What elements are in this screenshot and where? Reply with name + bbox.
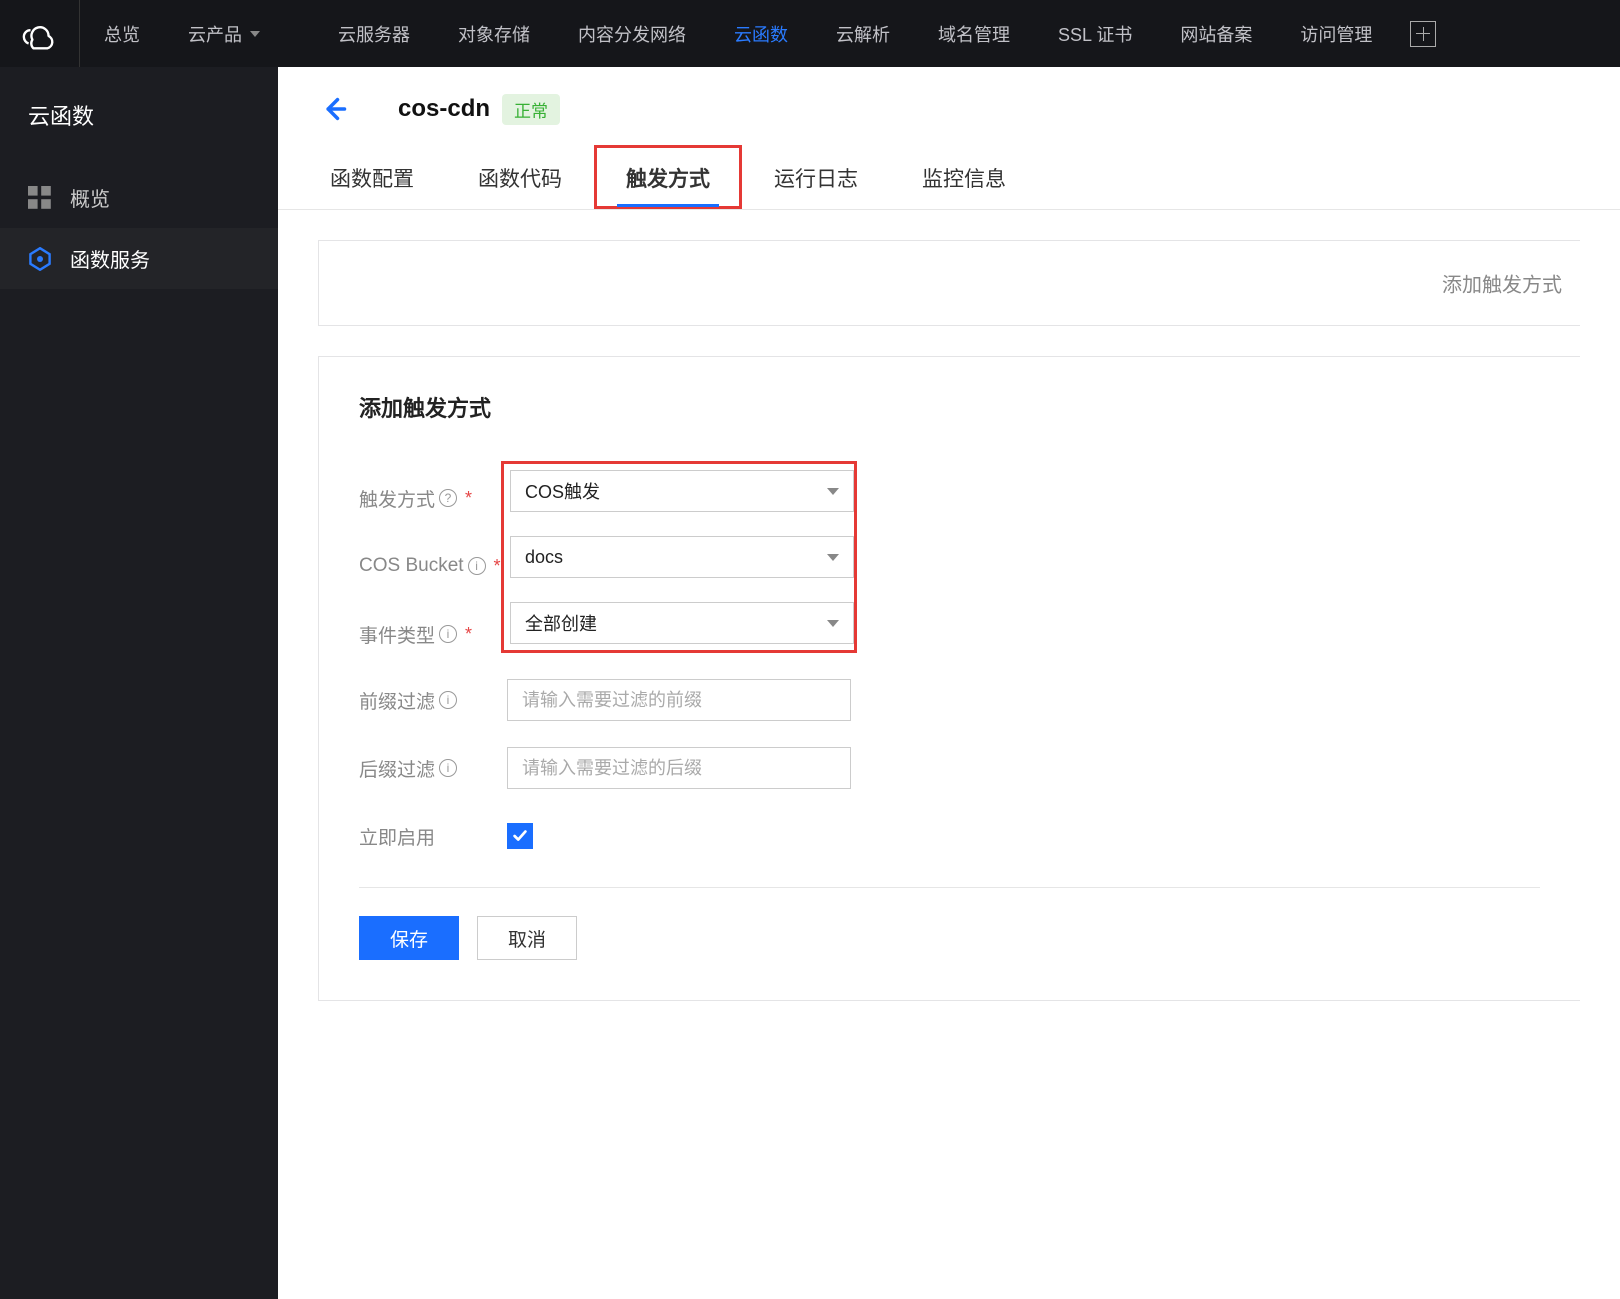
add-trigger-form: 添加触发方式 触发方式?* COS Bucketi* 事件类型i* — [318, 356, 1580, 1001]
nav-dns[interactable]: 云解析 — [812, 0, 914, 67]
nav-cam[interactable]: 访问管理 — [1276, 0, 1396, 67]
cancel-button[interactable]: 取消 — [477, 916, 577, 960]
event-type-label: 事件类型i* — [359, 613, 507, 655]
save-button[interactable]: 保存 — [359, 916, 459, 960]
function-name: cos-cdn — [398, 95, 490, 123]
grid-icon — [28, 186, 52, 210]
sidebar-title: 云函数 — [0, 67, 278, 167]
nav-ssl[interactable]: SSL 证书 — [1034, 0, 1156, 67]
trigger-type-label: 触发方式?* — [359, 477, 507, 519]
back-button[interactable] — [318, 93, 350, 125]
info-icon[interactable]: i — [439, 625, 457, 643]
divider — [359, 887, 1540, 888]
chevron-down-icon — [827, 488, 839, 495]
tab-monitor[interactable]: 监控信息 — [890, 145, 1038, 209]
tab-config[interactable]: 函数配置 — [298, 145, 446, 209]
info-icon[interactable]: i — [439, 691, 457, 709]
sidebar-item-label: 函数服务 — [70, 244, 150, 273]
enable-checkbox[interactable] — [507, 823, 533, 849]
form-title: 添加触发方式 — [359, 391, 1540, 423]
form-actions: 保存 取消 — [359, 916, 1540, 960]
enable-label: 立即启用 — [359, 823, 507, 850]
chevron-down-icon — [827, 554, 839, 561]
main-content: cos-cdn 正常 函数配置 函数代码 触发方式 运行日志 监控信息 添加触发… — [278, 67, 1620, 1299]
sidebar-item-functions[interactable]: 函数服务 — [0, 228, 278, 289]
prefix-filter-input[interactable] — [507, 679, 851, 721]
nav-cdn[interactable]: 内容分发网络 — [554, 0, 710, 67]
tab-code[interactable]: 函数代码 — [446, 145, 594, 209]
top-navbar: 总览 云产品 云服务器 对象存储 内容分发网络 云函数 云解析 域名管理 SSL… — [0, 0, 1620, 67]
bucket-label: COS Bucketi* — [359, 545, 507, 587]
hexagon-icon — [28, 247, 52, 271]
trigger-type-select[interactable]: COS触发 — [510, 470, 854, 512]
sidebar-item-label: 概览 — [70, 183, 110, 212]
cloud-logo-icon[interactable] — [0, 0, 80, 67]
help-icon[interactable]: ? — [439, 489, 457, 507]
info-icon[interactable]: i — [468, 557, 486, 575]
prefix-filter-label: 前缀过滤i — [359, 687, 507, 714]
page-header: cos-cdn 正常 — [278, 67, 1620, 145]
suffix-filter-label: 后缀过滤i — [359, 755, 507, 782]
triggers-placeholder-card: 添加触发方式 — [318, 240, 1580, 326]
sidebar: 云函数 概览 函数服务 — [0, 67, 278, 1299]
suffix-filter-input[interactable] — [507, 747, 851, 789]
tabs: 函数配置 函数代码 触发方式 运行日志 监控信息 — [278, 145, 1620, 210]
nav-scf[interactable]: 云函数 — [710, 0, 812, 67]
nav-cvm[interactable]: 云服务器 — [314, 0, 434, 67]
tab-trigger[interactable]: 触发方式 — [594, 145, 742, 209]
chevron-down-icon — [827, 620, 839, 627]
info-icon[interactable]: i — [439, 759, 457, 777]
tab-logs[interactable]: 运行日志 — [742, 145, 890, 209]
status-badge: 正常 — [502, 94, 560, 125]
nav-cos[interactable]: 对象存储 — [434, 0, 554, 67]
nav-beian[interactable]: 网站备案 — [1156, 0, 1276, 67]
chevron-down-icon — [250, 31, 260, 37]
nav-overview[interactable]: 总览 — [80, 0, 164, 67]
nav-products[interactable]: 云产品 — [164, 0, 284, 67]
highlighted-field-group: COS触发 docs 全部创建 — [501, 461, 857, 653]
add-shortcut-button[interactable] — [1410, 21, 1436, 47]
bucket-select[interactable]: docs — [510, 536, 854, 578]
placeholder-card-text: 添加触发方式 — [1442, 269, 1562, 298]
sidebar-item-overview[interactable]: 概览 — [0, 167, 278, 228]
nav-domain[interactable]: 域名管理 — [914, 0, 1034, 67]
event-type-select[interactable]: 全部创建 — [510, 602, 854, 644]
